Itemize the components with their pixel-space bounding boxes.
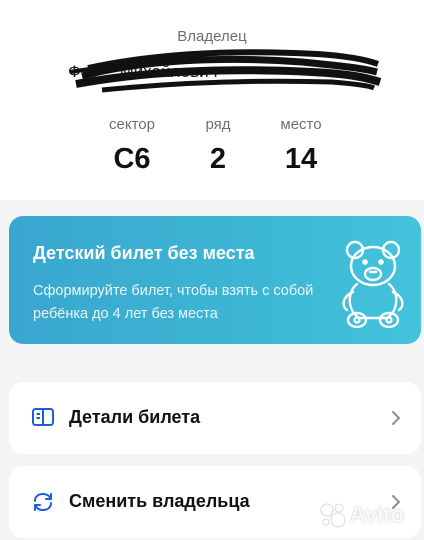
place-value: 14 <box>284 143 318 175</box>
swap-arrows-icon <box>34 493 52 511</box>
change-owner-label: Сменить владельца <box>69 491 250 511</box>
child-ticket-banner[interactable]: Детский билет без места Сформируйте биле… <box>9 216 421 344</box>
chevron-right-icon <box>392 411 400 425</box>
sector-value: C6 <box>113 143 151 175</box>
child-ticket-description: Сформируйте билет, чтобы взять с собой р… <box>33 283 314 322</box>
ticket-details-label: Детали билета <box>69 407 201 427</box>
ticket-details-button[interactable]: Детали билета <box>9 382 421 454</box>
avito-logo-icon <box>320 503 346 528</box>
owner-name: Ф… …Михайлович <box>62 49 382 93</box>
sector-label: сектор <box>109 116 155 133</box>
avito-watermark: Avito <box>318 500 404 530</box>
avito-brand-text: Avito <box>350 502 405 527</box>
sector-block: сектор C6 <box>82 116 182 176</box>
teddy-bear-icon <box>342 240 404 328</box>
book-icon <box>32 408 54 426</box>
place-block: место 14 <box>251 116 351 176</box>
ticket-info-panel: Владелец Ф… …Михайлович сектор C6 ряд 2 … <box>0 0 424 200</box>
redaction-scribble <box>69 49 382 93</box>
place-label: место <box>280 116 322 133</box>
child-ticket-title: Детский билет без места <box>33 243 255 263</box>
